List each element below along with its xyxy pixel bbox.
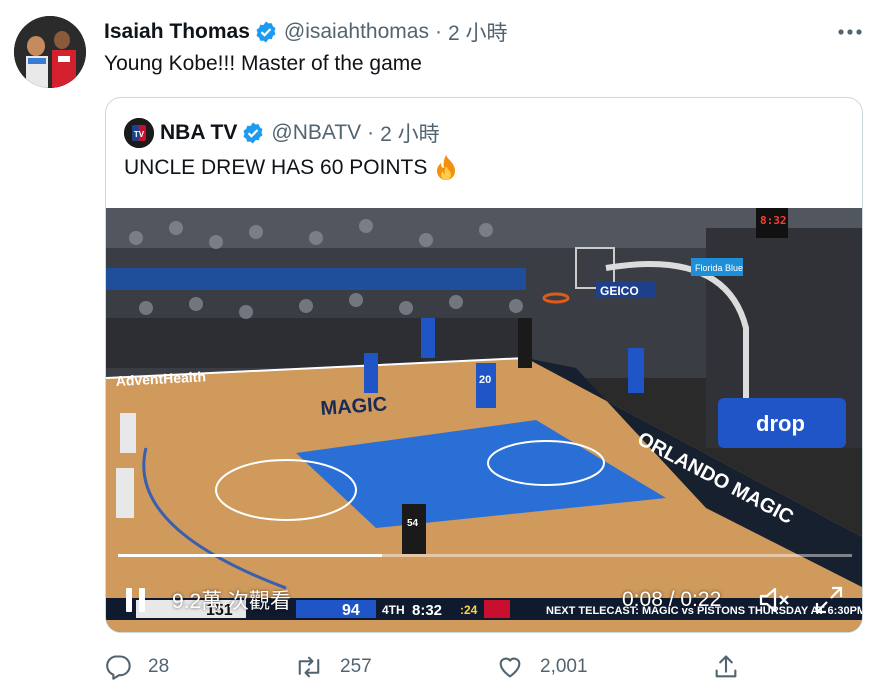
sponsor-text: GEICO: [600, 284, 639, 298]
fullscreen-icon: [815, 586, 843, 614]
quoted-header: TV NBA TV @NBATV · 2 小時: [124, 118, 440, 148]
author-avatar[interactable]: [14, 16, 86, 88]
svg-text:TV: TV: [134, 130, 145, 139]
view-count: 9.2萬 次觀看: [172, 590, 292, 613]
like-count: 2,001: [540, 656, 588, 677]
verified-badge-icon: [243, 122, 263, 144]
reply-count: 28: [148, 656, 170, 677]
retweet-icon: [298, 656, 320, 678]
shot-clock: :24: [460, 603, 478, 617]
separator-dot: ·: [434, 20, 442, 43]
tweet-text: Young Kobe!!! Master of the game: [104, 52, 422, 75]
video-timestamp: 0:08 / 0:22: [622, 588, 722, 611]
share-button[interactable]: [712, 650, 756, 684]
quarter: 4TH: [382, 603, 405, 617]
retweet-button[interactable]: 257: [294, 650, 372, 684]
verified-badge-icon: [256, 21, 276, 43]
quoted-tweet[interactable]: TV NBA TV @NBATV · 2 小時 UNCLE DREW HAS 6…: [105, 97, 863, 633]
reply-icon: [106, 655, 131, 680]
shot-clock-board-text: 8:32: [760, 214, 787, 227]
quoted-text: UNCLE DREW HAS 60 POINTS: [124, 156, 428, 179]
fullscreen-button[interactable]: [814, 584, 844, 616]
pause-icon: [126, 588, 145, 612]
game-clock: 8:32: [412, 602, 442, 619]
quoted-time[interactable]: 2 小時: [380, 118, 440, 148]
more-options-icon[interactable]: [836, 24, 864, 40]
pause-button[interactable]: [124, 584, 148, 616]
jersey-number: 20: [479, 374, 491, 386]
video-progress-fill: [118, 554, 383, 557]
author-name[interactable]: Isaiah Thomas: [104, 20, 250, 44]
quoted-text-row: UNCLE DREW HAS 60 POINTS: [124, 154, 459, 182]
quoted-avatar[interactable]: TV: [124, 118, 154, 148]
video-progress-bar[interactable]: [118, 554, 852, 557]
retweet-count: 257: [340, 656, 372, 677]
stanchion-text: drop: [756, 411, 805, 436]
heart-icon: [499, 657, 521, 678]
reply-button[interactable]: 28: [104, 650, 169, 684]
video-frame: AdventHealth MAGIC ORLANDO MAGIC GEICO F…: [106, 208, 862, 632]
speaker-muted-icon: [759, 587, 789, 613]
tweet-actions: 28 257 2,001: [104, 650, 744, 684]
floor-logo-text: MAGIC: [320, 393, 388, 420]
author-handle[interactable]: @isaiahthomas: [284, 20, 429, 44]
nba-tv-logo-icon: TV: [124, 118, 154, 148]
quoted-author-name[interactable]: NBA TV: [160, 121, 237, 145]
home-score: 94: [342, 602, 360, 619]
tweet-header: Isaiah Thomas @isaiahthomas · 2 小時: [104, 18, 876, 46]
like-button[interactable]: 2,001: [496, 650, 588, 684]
share-icon: [715, 655, 737, 678]
referee-number: 54: [407, 518, 419, 529]
fire-emoji-icon: [437, 155, 456, 180]
mute-button[interactable]: [758, 584, 792, 616]
tweet-time[interactable]: 2 小時: [448, 17, 508, 47]
quoted-author-handle[interactable]: @NBATV: [271, 121, 361, 145]
sign-text: Florida Blue: [695, 263, 743, 273]
video-player[interactable]: AdventHealth MAGIC ORLANDO MAGIC GEICO F…: [106, 208, 862, 632]
separator-dot: ·: [367, 121, 375, 144]
avatar-photo: [14, 16, 86, 88]
